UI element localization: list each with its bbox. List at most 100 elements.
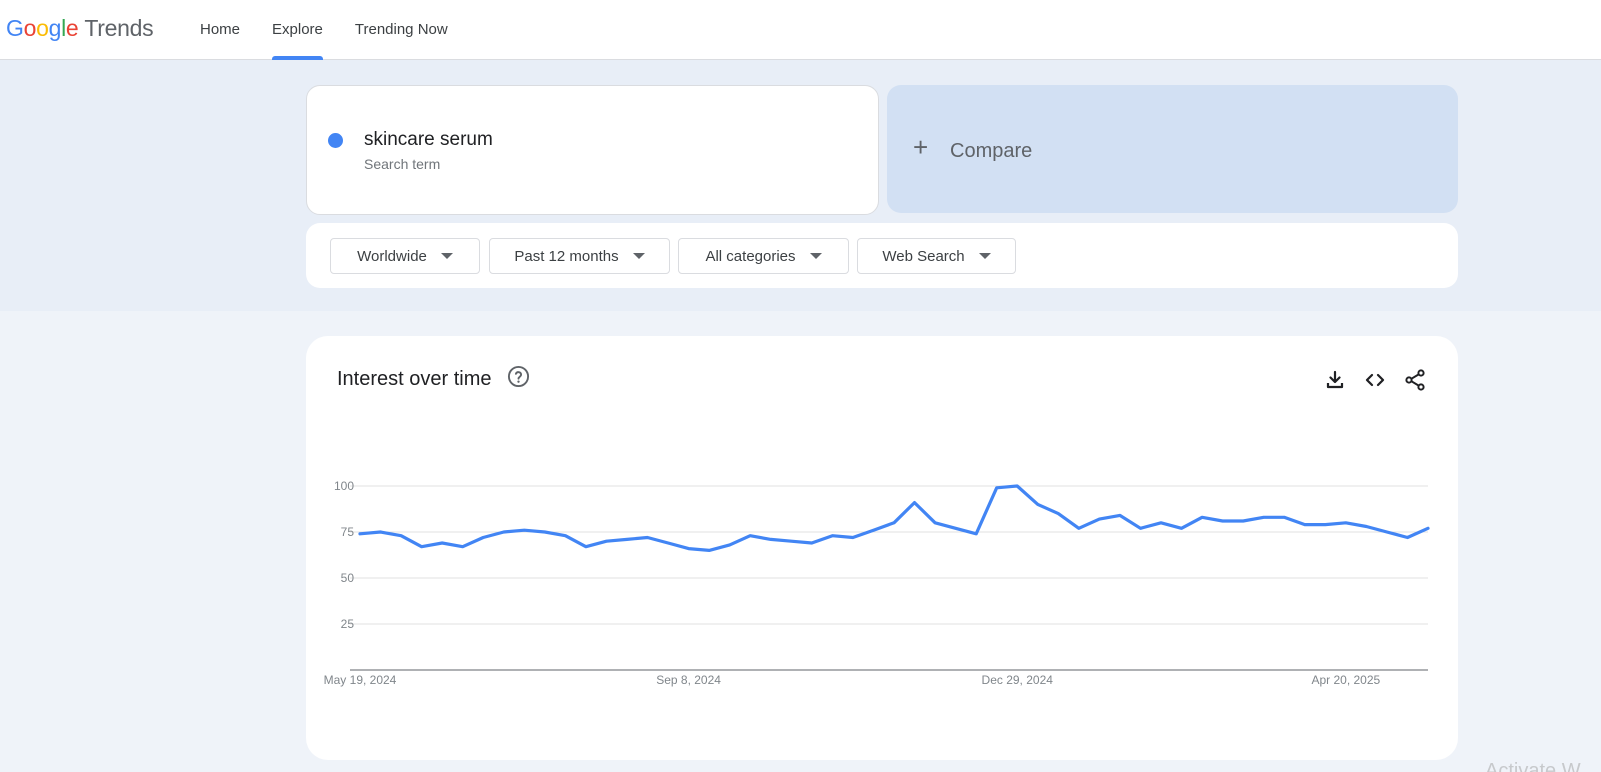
data-point [1137,525,1143,531]
data-point [994,485,1000,491]
time-range-dropdown[interactable]: Past 12 months [489,238,670,274]
data-point [603,538,609,544]
data-point [398,533,404,539]
y-tick-label: 25 [341,617,355,631]
category-dropdown[interactable]: All categories [678,238,849,274]
data-point [1096,516,1102,522]
data-point [932,520,938,526]
data-point [706,547,712,553]
logo-word: Trends [84,15,154,41]
data-point [1343,520,1349,526]
data-point [1261,514,1267,520]
y-tick-label: 50 [341,571,355,585]
search-term-text[interactable]: skincare serum [364,129,493,151]
data-point [542,529,548,535]
logo-letter: G [6,15,24,41]
data-point [378,529,384,535]
nav-tab-label: Trending Now [354,21,448,38]
nav-tab-trending-now[interactable]: Trending Now [355,0,448,60]
data-point [1404,535,1410,541]
data-point [870,527,876,533]
data-point [1302,522,1308,528]
search-term-type: Search term [364,156,441,172]
interest-over-time-card: Interest over time 25 50 75 100 May 19, 2024… [306,336,1458,760]
series-line-skincare-serum [358,484,1430,552]
region-value: Worldwide [357,247,427,265]
region-dropdown[interactable]: Worldwide [330,238,480,274]
interest-line-chart: 25 50 75 100 May 19, 2024 Sep 8, 2024 Dec 29, … [324,479,1431,687]
data-point [521,527,527,533]
compare-button[interactable]: + Compare [887,85,1458,213]
x-tick-label: Apr 20, 2025 [1311,673,1380,687]
data-point [439,540,445,546]
data-point [460,544,466,550]
data-point [973,531,979,537]
data-point [1055,511,1061,517]
y-tick-label: 100 [334,479,354,493]
data-point [1158,520,1164,526]
logo-letter: o [36,15,49,41]
main-nav: Home Explore Trending Now [200,0,480,60]
data-point [829,533,835,539]
filters-bar: Worldwide Past 12 months All categories … [306,223,1458,288]
activate-windows-watermark: Activate W [1485,760,1581,772]
compare-label: Compare [950,140,1033,162]
data-point [1199,514,1205,520]
x-tick-label: May 19, 2024 [324,673,397,687]
data-point [953,525,959,531]
data-point [480,535,486,541]
google-trends-logo[interactable]: Google Trends [6,15,154,42]
search-type-dropdown[interactable]: Web Search [857,238,1016,274]
plus-icon: + [913,132,929,162]
chevron-down-icon [978,253,991,259]
data-point [891,520,897,526]
top-app-bar: Google Trends Home Explore Trending Now [0,0,1601,60]
data-point [1240,518,1246,524]
nav-tab-explore[interactable]: Explore [272,0,323,60]
chevron-down-icon [440,253,453,259]
data-point [501,529,507,535]
x-tick-label: Dec 29, 2024 [982,673,1054,687]
data-point [747,533,753,539]
nav-tab-home[interactable]: Home [200,0,240,60]
data-point [727,542,733,548]
nav-tab-label: Explore [272,21,323,38]
data-point [1220,518,1226,524]
data-point [1076,525,1082,531]
logo-letter: o [23,15,37,41]
data-point [1425,525,1431,531]
data-point [1117,512,1123,518]
data-point [1179,525,1185,531]
data-point [562,533,568,539]
nav-tab-label: Home [200,21,241,38]
data-point [624,536,630,542]
data-point [850,535,856,541]
data-point [645,535,651,541]
data-point [809,540,815,546]
data-point [1281,514,1287,520]
data-point [788,538,794,544]
y-tick-label: 75 [341,525,355,539]
data-point [583,544,589,550]
data-point [1322,522,1328,528]
data-point [912,500,918,506]
chevron-down-icon [632,253,645,259]
data-point [686,546,692,552]
time-range-value: Past 12 months [514,247,619,265]
logo-letter: e [65,15,79,41]
category-value: All categories [705,247,796,265]
data-point [1035,501,1041,507]
data-point [1014,483,1020,489]
x-tick-label: Sep 8, 2024 [656,673,721,687]
data-point [1384,529,1390,535]
search-type-value: Web Search [882,247,965,265]
search-term-card[interactable]: skincare serum Search term [306,85,879,215]
data-point [419,544,425,550]
data-point [357,531,363,537]
chevron-down-icon [809,253,822,259]
logo-letter: g [48,15,62,41]
series-color-dot [328,133,343,148]
data-point [665,540,671,546]
data-point [1363,523,1369,529]
data-point [768,536,774,542]
